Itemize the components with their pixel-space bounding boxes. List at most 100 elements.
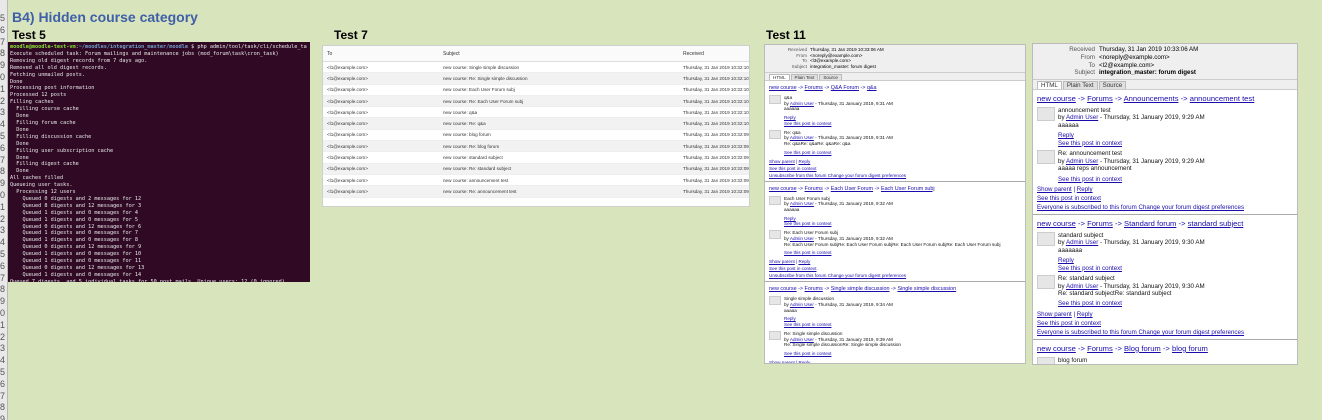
author-link[interactable]: Admin User — [790, 101, 814, 106]
tab-source[interactable]: Source — [1098, 81, 1127, 89]
see-in-context-link[interactable]: See this post in context — [769, 166, 1021, 171]
breadcrumb-separator: -> — [860, 84, 866, 91]
breadcrumb-forum-link[interactable]: Single simple discussion — [831, 286, 890, 292]
prompt-command: $ php admin/tool/task/cli/schedule_ta — [188, 44, 307, 50]
row-number: 9 — [0, 296, 6, 307]
author-link[interactable]: Admin User — [1066, 114, 1098, 121]
see-in-context-link[interactable]: See this post in context — [784, 150, 1021, 156]
breadcrumb-discussion-link[interactable]: q&a — [867, 85, 877, 91]
mail-row[interactable]: <l1@example.com> new course: Re: blog for… — [323, 141, 749, 153]
reply-link[interactable]: Reply — [1058, 132, 1293, 139]
mail-received: Thursday, 31 Jan 2019 10:32:09 AM — [683, 143, 749, 149]
see-in-context-link[interactable]: See this post in context — [784, 351, 1021, 357]
forum-footer-links[interactable]: Unsubscribe from this forum Change your … — [769, 273, 1021, 278]
post-body: Re: q&a by Admin User - Thursday, 31 Janu… — [784, 130, 1021, 156]
breadcrumb-course-link[interactable]: new course — [769, 85, 797, 91]
breadcrumb-forum-link[interactable]: Blog forum — [1124, 344, 1161, 353]
terminal-line: Queued 1 digests and 0 messages for 7 — [10, 230, 139, 237]
forum-footer-links[interactable]: Unsubscribe from this forum Change your … — [769, 173, 1021, 178]
show-parent-link[interactable]: Show parent — [1037, 311, 1072, 318]
breadcrumb-forum-link[interactable]: Q&A Forum — [831, 85, 859, 91]
see-in-context-link[interactable]: See this post in context — [1037, 320, 1293, 327]
show-parent-link[interactable]: Show parent — [769, 360, 795, 363]
tab-plain-text[interactable]: Plain Text — [1062, 81, 1098, 89]
mail-row[interactable]: <l1@example.com> new course: announcement… — [323, 175, 749, 187]
breadcrumb-forum-link[interactable]: Each User Forum — [831, 186, 873, 192]
forum-post: Re: announcement test by Admin User - Thu… — [1037, 150, 1293, 183]
breadcrumb-discussion-link[interactable]: announcement test — [1190, 94, 1255, 103]
mail-row[interactable]: <l1@example.com> new course: Re: announce… — [323, 186, 749, 198]
mail-row[interactable]: <l1@example.com> new course: blog forum Th… — [323, 130, 749, 142]
mail-subject: new course: announcement test — [443, 177, 509, 183]
mail-row[interactable]: <l1@example.com> new course: q&a Thursday,… — [323, 107, 749, 119]
breadcrumb-discussion-link[interactable]: Each User Forum subj — [881, 186, 935, 192]
see-in-context-link[interactable]: See this post in context — [1058, 140, 1293, 147]
breadcrumb-forums-link[interactable]: Forums — [805, 286, 823, 292]
post-actions: Show parent | Reply — [1037, 310, 1093, 318]
breadcrumb-course-link[interactable]: new course — [769, 286, 797, 292]
see-in-context-link[interactable]: See this post in context — [1058, 176, 1293, 183]
see-in-context-link[interactable]: See this post in context — [769, 266, 1021, 271]
mail-row[interactable]: <l1@example.com> new course: Single simpl… — [323, 62, 749, 74]
see-in-context-link[interactable]: See this post in context — [1058, 300, 1293, 307]
author-link[interactable]: Admin User — [1066, 239, 1098, 246]
mail-row[interactable]: <l1@example.com> new course: Re: Single s… — [323, 73, 749, 85]
forum-footer-links[interactable]: Everyone is subscribed to this forum Cha… — [1037, 204, 1293, 211]
terminal-line: Filling digest cache — [10, 161, 79, 168]
show-parent-link[interactable]: Show parent — [769, 159, 795, 164]
post-body: Re: standard subject by Admin User - Thur… — [1058, 275, 1293, 308]
mail-row[interactable]: <l1@example.com> new course: Each User Fo… — [323, 85, 749, 96]
see-in-context-link[interactable]: See this post in context — [784, 121, 1021, 127]
row-number: 8 — [0, 402, 6, 413]
mail-row[interactable]: <l1@example.com> new course: Re: standard… — [323, 163, 749, 175]
breadcrumb-forums-link[interactable]: Forums — [1087, 94, 1113, 103]
author-link[interactable]: Admin User — [790, 302, 814, 307]
forum-footer-links[interactable]: Everyone is subscribed to this forum Cha… — [1037, 329, 1293, 336]
breadcrumb-discussion-link[interactable]: blog forum — [1172, 344, 1208, 353]
author-link[interactable]: Admin User — [1066, 283, 1098, 290]
breadcrumb-forum-link[interactable]: Announcements — [1124, 94, 1179, 103]
reply-link[interactable]: Reply — [799, 259, 811, 264]
tab-source[interactable]: Source — [819, 73, 842, 80]
row-number: 1 — [0, 201, 6, 212]
breadcrumb: new course -> Forums -> Each User Forum … — [769, 186, 1021, 192]
breadcrumb-forums-link[interactable]: Forums — [1087, 344, 1113, 353]
author-link[interactable]: Admin User — [1066, 364, 1098, 365]
breadcrumb-course-link[interactable]: new course — [769, 186, 797, 192]
reply-link[interactable]: Reply — [799, 360, 811, 363]
breadcrumb-discussion-link[interactable]: standard subject — [1188, 219, 1244, 228]
breadcrumb-course-link[interactable]: new course — [1037, 344, 1076, 353]
author-link[interactable]: Admin User — [790, 236, 814, 241]
breadcrumb-forums-link[interactable]: Forums — [1087, 219, 1113, 228]
see-in-context-link[interactable]: See this post in context — [1058, 265, 1293, 272]
tab-html[interactable]: HTML — [1037, 81, 1062, 89]
mail-row[interactable]: <l1@example.com> new course: Re: Each Use… — [323, 95, 749, 108]
header-subject: integration_master: forum digest — [1099, 69, 1196, 77]
breadcrumb-discussion-link[interactable]: Single simple discussion — [897, 286, 956, 292]
see-in-context-link[interactable]: See this post in context — [1037, 195, 1293, 202]
mail-row[interactable]: <l1@example.com> new course: standard sub… — [323, 152, 749, 164]
by-label: by — [784, 100, 789, 106]
author-link[interactable]: Admin User — [790, 135, 814, 140]
breadcrumb-separator: -> — [1077, 343, 1085, 353]
reply-link[interactable]: Reply — [1077, 186, 1093, 193]
author-link[interactable]: Admin User — [1066, 158, 1098, 165]
breadcrumb-forums-link[interactable]: Forums — [805, 186, 823, 192]
breadcrumb-course-link[interactable]: new course — [1037, 219, 1076, 228]
tab-plain-text[interactable]: Plain Text — [790, 73, 819, 80]
mail-row[interactable]: <l1@example.com> new course: Re: q&a Thurs… — [323, 118, 749, 130]
show-parent-link[interactable]: Show parent — [1037, 186, 1072, 193]
see-in-context-link[interactable]: See this post in context — [784, 250, 1021, 256]
reply-link[interactable]: Reply — [1058, 257, 1293, 264]
breadcrumb-forums-link[interactable]: Forums — [805, 85, 823, 91]
breadcrumb-course-link[interactable]: new course — [1037, 94, 1076, 103]
see-in-context-link[interactable]: See this post in context — [784, 221, 1021, 227]
reply-link[interactable]: Reply — [799, 159, 811, 164]
author-link[interactable]: Admin User — [790, 201, 814, 206]
tab-html[interactable]: HTML — [769, 73, 790, 80]
reply-link[interactable]: Reply — [1077, 311, 1093, 318]
author-link[interactable]: Admin User — [790, 337, 814, 342]
show-parent-link[interactable]: Show parent — [769, 259, 795, 264]
see-in-context-link[interactable]: See this post in context — [784, 322, 1021, 328]
breadcrumb-forum-link[interactable]: Standard forum — [1124, 219, 1176, 228]
